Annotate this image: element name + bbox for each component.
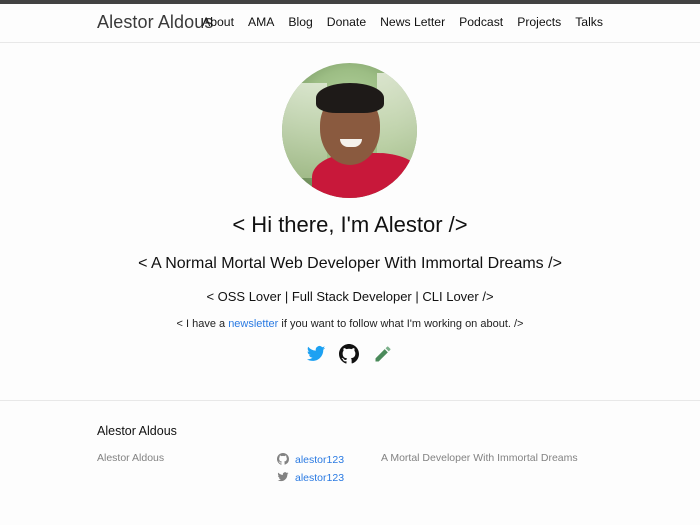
hero-newsletter-note: < I have a newsletter if you want to fol… — [0, 318, 700, 330]
footer-twitter-link[interactable]: alestor123 — [295, 472, 344, 484]
footer-title: Alestor Aldous — [97, 424, 177, 438]
footer-description: A Mortal Developer With Immortal Dreams — [381, 452, 578, 464]
nav-link-blog[interactable]: Blog — [288, 15, 312, 29]
github-icon[interactable] — [339, 344, 361, 364]
nav-link-talks[interactable]: Talks — [575, 15, 603, 29]
nav-link-podcast[interactable]: Podcast — [459, 15, 503, 29]
footer-github-link[interactable]: alestor123 — [295, 454, 344, 466]
avatar-foliage-right — [377, 73, 417, 163]
pencil-icon[interactable] — [373, 344, 395, 364]
footer-name: Alestor Aldous — [97, 452, 165, 464]
newsletter-link[interactable]: newsletter — [228, 318, 278, 330]
note-suffix: if you want to follow what I'm working o… — [281, 318, 524, 330]
hero-subtitle: < A Normal Mortal Web Developer With Imm… — [138, 255, 562, 272]
hero-title: < Hi there, I'm Alestor /> — [232, 212, 468, 237]
note-prefix: < I have a — [176, 318, 226, 330]
site-title-link[interactable]: Alestor Aldous — [97, 12, 213, 33]
footer-divider — [0, 400, 700, 401]
hero-roles: < OSS Lover | Full Stack Developer | CLI… — [206, 289, 494, 304]
profile-avatar — [282, 63, 417, 198]
site-header: Alestor Aldous About AMA Blog Donate New… — [0, 4, 700, 43]
avatar-hair — [316, 83, 384, 113]
footer-github-icon — [277, 452, 289, 468]
main-nav: About AMA Blog Donate News Letter Podcas… — [202, 15, 603, 29]
nav-link-about[interactable]: About — [202, 15, 234, 29]
nav-link-projects[interactable]: Projects — [517, 15, 561, 29]
twitter-icon[interactable] — [305, 344, 327, 364]
nav-link-newsletter[interactable]: News Letter — [380, 15, 445, 29]
nav-link-donate[interactable]: Donate — [327, 15, 366, 29]
footer-github-row: alestor123 — [277, 451, 344, 469]
footer-twitter-row: alestor123 — [277, 469, 344, 487]
footer-twitter-icon — [277, 471, 289, 486]
social-links — [0, 344, 700, 364]
nav-link-ama[interactable]: AMA — [248, 15, 274, 29]
footer-social-links: alestor123 alestor123 — [277, 451, 344, 487]
